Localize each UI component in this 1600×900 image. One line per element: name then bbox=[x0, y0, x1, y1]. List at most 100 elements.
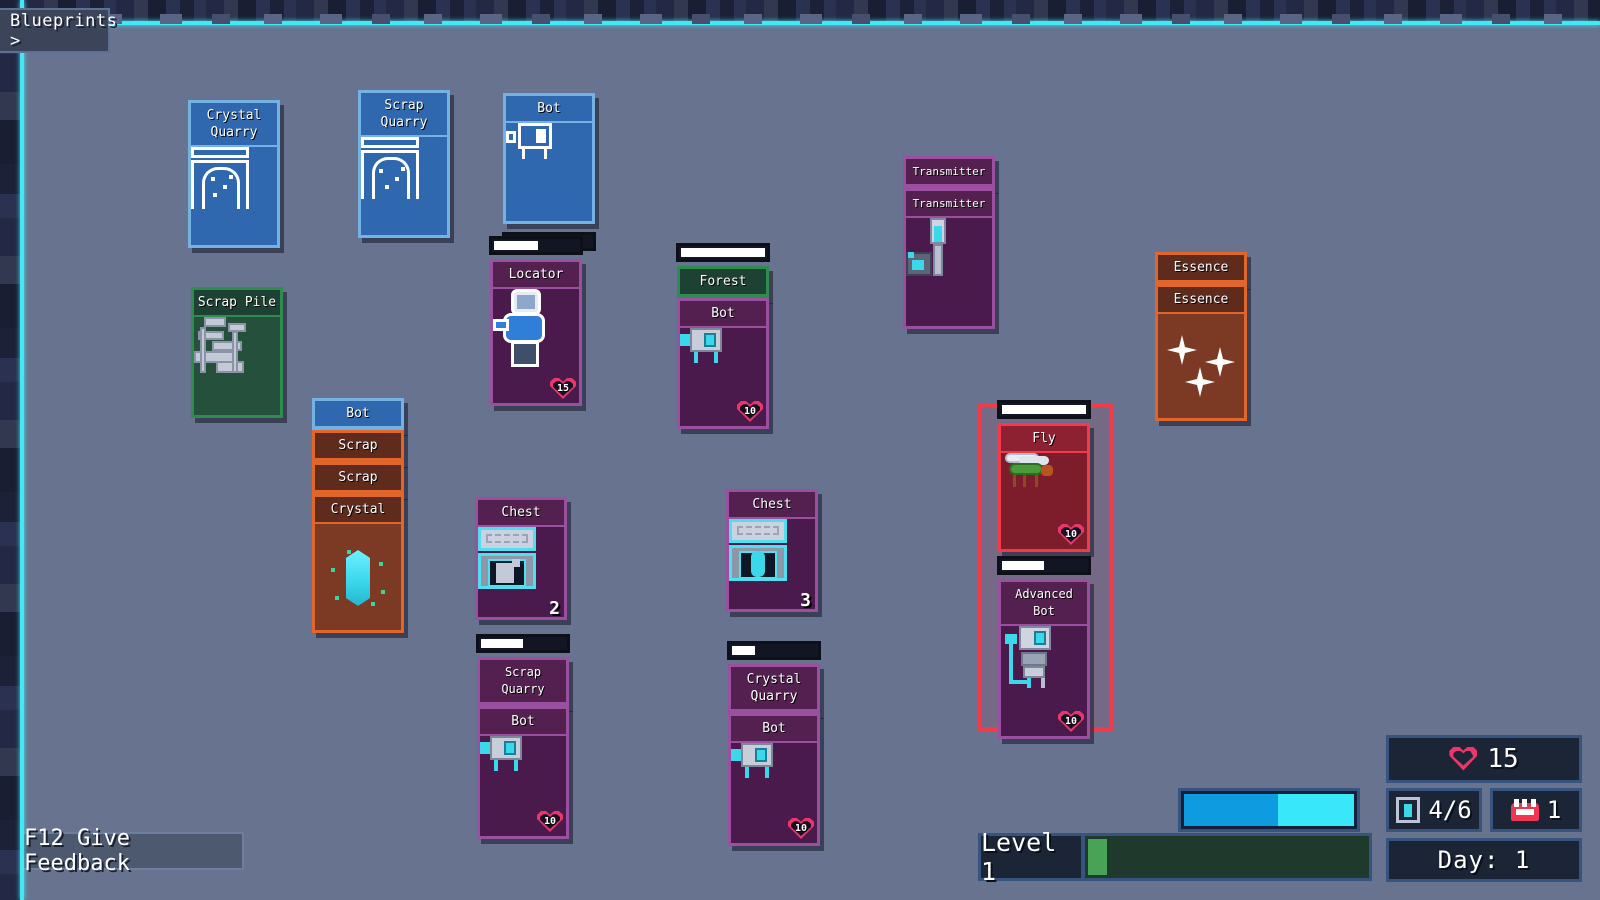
card-art: 3 bbox=[729, 519, 815, 609]
xp-bar bbox=[1082, 833, 1372, 881]
card-bot-on-scrap-quarry[interactable]: Bot 10 bbox=[477, 706, 569, 839]
hp-badge: 10 bbox=[1058, 709, 1084, 733]
stack-item-label-2: Scrap bbox=[315, 465, 401, 492]
card-art: 10 bbox=[1001, 626, 1087, 736]
card-essence-bottom[interactable]: Essence bbox=[1155, 284, 1247, 421]
card-art bbox=[506, 123, 592, 221]
quarry-icon bbox=[375, 155, 433, 217]
heart-icon bbox=[1449, 747, 1477, 772]
card-scrap-quarry-blueprint[interactable]: Scrap Quarry bbox=[358, 90, 450, 238]
card-art bbox=[315, 524, 401, 630]
quarry-icon bbox=[205, 165, 263, 227]
card-art bbox=[194, 317, 280, 415]
card-bot-blueprint[interactable]: Bot bbox=[503, 93, 595, 224]
card-subtitle: Bot bbox=[480, 709, 566, 736]
card-stack-chest-scrap[interactable]: Chest 2 bbox=[475, 497, 567, 620]
card-art: 10 bbox=[680, 328, 766, 426]
bot-icon bbox=[500, 768, 546, 804]
card-art bbox=[191, 147, 277, 245]
card-stack-transmitter[interactable]: Transmitter Transmitter bbox=[903, 156, 995, 329]
card-stack-essence[interactable]: Essence Essence bbox=[1155, 252, 1247, 421]
card-scrap-pile[interactable]: Scrap Pile bbox=[191, 287, 283, 418]
card-scrap-quarry[interactable]: Scrap Quarry bbox=[477, 657, 569, 707]
transmitter-icon bbox=[922, 239, 976, 305]
progress-forest-bot bbox=[676, 243, 770, 262]
card-title: Crystal Quarry bbox=[191, 103, 277, 147]
health-value: 15 bbox=[1487, 744, 1518, 774]
stack-item-label-3: Crystal bbox=[315, 497, 401, 524]
card-stack-bot-blueprint[interactable]: Bot bbox=[502, 93, 596, 255]
card-title: Scrap Quarry bbox=[480, 660, 566, 704]
card-forest[interactable]: Forest bbox=[677, 266, 769, 299]
card-advanced-bot[interactable]: Advanced Bot 10 bbox=[998, 579, 1090, 739]
card-title: Transmitter bbox=[906, 159, 992, 186]
blueprints-tab-label: Blueprints > bbox=[10, 11, 117, 51]
blueprints-tab[interactable]: Blueprints > bbox=[0, 8, 110, 53]
card-art bbox=[1158, 314, 1244, 418]
card-bot-on-forest[interactable]: Bot 10 bbox=[677, 298, 769, 429]
card-transmitter-bottom[interactable]: Transmitter bbox=[903, 188, 995, 329]
card-stack-advanced-bot[interactable]: Advanced Bot 10 bbox=[997, 556, 1091, 739]
card-scrap-2[interactable]: Scrap bbox=[312, 462, 404, 495]
progress-crystal-quarry bbox=[727, 641, 821, 660]
level-label: Level 1 bbox=[981, 828, 1081, 886]
card-crystal-quarry[interactable]: Crystal Quarry bbox=[728, 664, 820, 714]
scrap-pile-icon bbox=[209, 337, 265, 395]
health-indicator: 15 bbox=[1386, 735, 1582, 783]
advanced-bot-icon bbox=[1017, 650, 1071, 712]
card-title: Crystal Quarry bbox=[731, 667, 817, 711]
card-title: Bot bbox=[506, 96, 592, 123]
card-fly-enemy[interactable]: Fly 10 bbox=[998, 423, 1090, 552]
card-title: Forest bbox=[680, 269, 766, 296]
card-art: 10 bbox=[1001, 453, 1087, 549]
card-crystal-quarry-blueprint[interactable]: Crystal Quarry bbox=[188, 100, 280, 248]
card-stack-bot-resources[interactable]: Bot Scrap Scrap Crystal bbox=[312, 398, 404, 633]
feedback-hint[interactable]: F12 Give Feedback bbox=[14, 832, 244, 870]
card-bot-carrier[interactable]: Bot bbox=[312, 398, 404, 431]
bot-slot-value: 4/6 bbox=[1428, 796, 1471, 824]
hp-badge: 10 bbox=[1058, 522, 1084, 546]
card-stack-fly-enemy[interactable]: Fly 10 bbox=[997, 400, 1091, 552]
card-chest-crystal[interactable]: Chest 3 bbox=[726, 489, 818, 612]
card-stack-crystal-quarry-bot[interactable]: Crystal Quarry Bot 10 bbox=[727, 641, 821, 846]
card-art: 15 bbox=[493, 289, 579, 403]
bot-icon bbox=[751, 775, 797, 811]
progress-fly bbox=[997, 400, 1091, 419]
cave-ceiling-bumps bbox=[0, 14, 1600, 24]
card-stack-chest-crystal[interactable]: Chest 3 bbox=[726, 489, 818, 612]
card-title: Scrap Pile bbox=[194, 290, 280, 317]
card-locator[interactable]: Locator 15 bbox=[490, 259, 582, 406]
bot-blueprint-icon bbox=[525, 153, 573, 191]
hp-badge: 10 bbox=[737, 399, 763, 423]
hp-badge: 15 bbox=[550, 376, 576, 400]
card-subtitle: Bot bbox=[680, 301, 766, 328]
stack-item-label-0: Bot bbox=[315, 401, 401, 428]
card-art bbox=[361, 137, 447, 235]
card-bot-on-crystal-quarry[interactable]: Bot 10 bbox=[728, 713, 820, 846]
progress-scrap-quarry bbox=[476, 634, 570, 653]
card-stack-scrap-quarry-blueprint[interactable]: Scrap Quarry bbox=[358, 90, 450, 238]
card-title: Scrap Quarry bbox=[361, 93, 447, 137]
card-stack-forest-bot[interactable]: Forest Bot 10 bbox=[676, 243, 770, 429]
feedback-label: F12 Give Feedback bbox=[24, 826, 242, 876]
card-chest-scrap[interactable]: Chest 2 bbox=[475, 497, 567, 620]
card-stack-locator[interactable]: Locator 15 bbox=[489, 236, 583, 406]
card-transmitter-top[interactable]: Transmitter bbox=[903, 156, 995, 189]
chest-count: 3 bbox=[800, 590, 811, 611]
fly-icon bbox=[1016, 483, 1072, 519]
chest-crystal-icon bbox=[743, 533, 801, 595]
card-scrap-1[interactable]: Scrap bbox=[312, 430, 404, 463]
card-crystal[interactable]: Crystal bbox=[312, 494, 404, 633]
card-art: 10 bbox=[731, 743, 817, 843]
card-stack-crystal-quarry-blueprint[interactable]: Crystal Quarry bbox=[188, 100, 280, 248]
bot-slot-icon bbox=[1396, 797, 1420, 823]
bot-icon bbox=[700, 359, 746, 395]
card-essence-top[interactable]: Essence bbox=[1155, 252, 1247, 285]
day-counter: Day: 1 bbox=[1386, 838, 1582, 882]
card-stack-scrap-quarry-bot[interactable]: Scrap Quarry Bot 10 bbox=[476, 634, 570, 839]
card-title: Essence bbox=[1158, 255, 1244, 282]
card-art: 2 bbox=[478, 527, 564, 617]
card-stack-scrap-pile[interactable]: Scrap Pile bbox=[191, 287, 283, 418]
bot-slot-indicator: 4/6 bbox=[1386, 788, 1482, 832]
day-label: Day: 1 bbox=[1438, 846, 1531, 874]
